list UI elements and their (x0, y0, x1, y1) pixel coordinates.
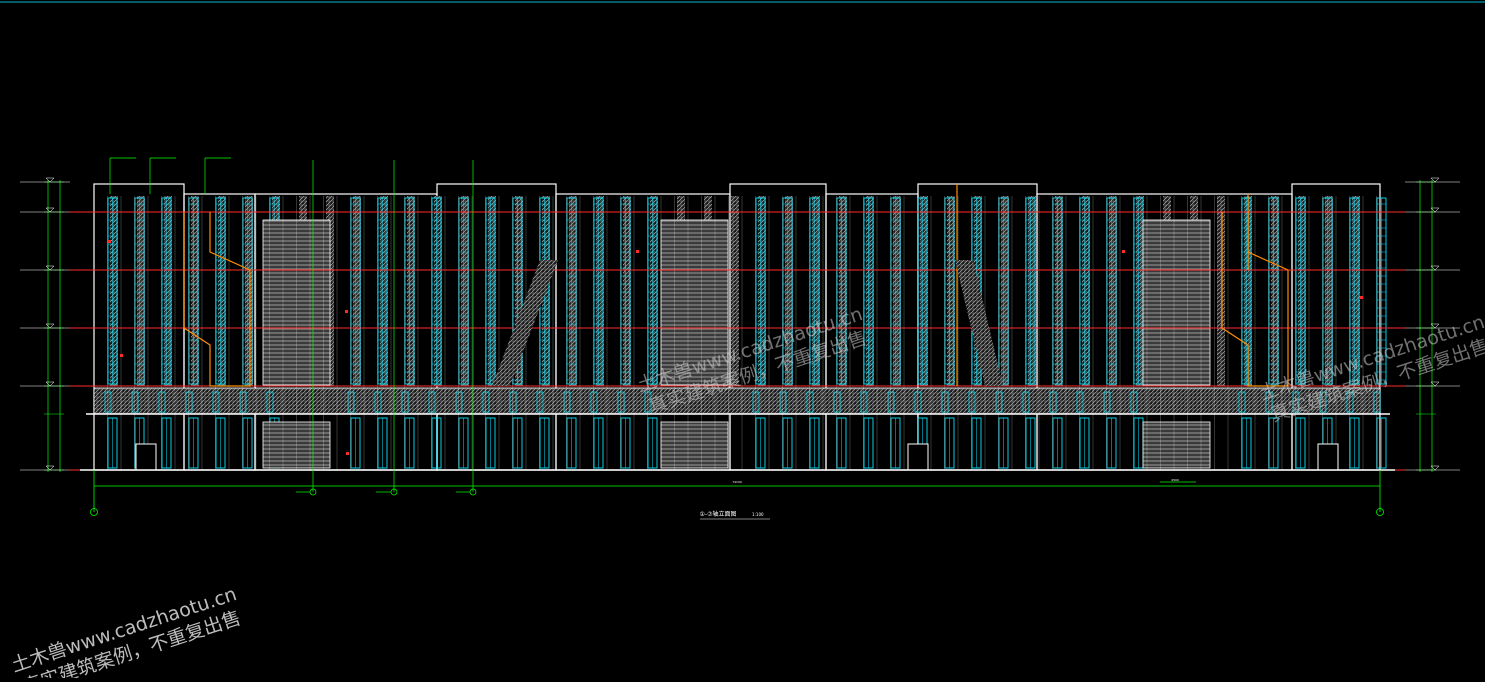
level-triangle (45, 265, 55, 271)
marker-dot (120, 354, 123, 357)
stone-band (93, 387, 1381, 415)
louver-panel-ground (660, 421, 729, 469)
entrance-door (1317, 443, 1339, 471)
louver-panel (1142, 219, 1211, 386)
level-triangle (45, 177, 55, 183)
drawing-title: ①-⑦轴立面图 (700, 510, 737, 518)
marker-dot (345, 310, 348, 313)
level-triangle (45, 323, 55, 329)
level-triangle (45, 465, 55, 471)
marker-dot (346, 452, 349, 455)
cad-viewport[interactable]: ①-⑦轴立面图 1:100 74100 4500 土木兽www.cadzhaot… (0, 0, 1485, 682)
elevation-drawing: ①-⑦轴立面图 1:100 74100 4500 土木兽www.cadzhaot… (0, 1, 1485, 682)
building-elevation (70, 183, 1405, 471)
marker-dot (108, 240, 111, 243)
entrance-door (135, 443, 157, 471)
level-triangle (45, 207, 55, 213)
watermark-bottom-left: 土木兽www.cadzhaotu.cn 真实建筑案例，不重复出售 (9, 583, 244, 682)
sub-dimension: 4500 (1171, 478, 1179, 482)
level-triangle (45, 381, 55, 387)
facade-block (436, 183, 557, 471)
drawing-scale: 1:100 (752, 512, 764, 517)
marker-dot (1360, 296, 1363, 299)
louver-panel-ground (1142, 421, 1211, 469)
hatched-pier (1217, 196, 1225, 386)
overall-dimension: 74100 (732, 480, 742, 484)
entrance-door (907, 443, 929, 471)
marker-dot (1122, 250, 1125, 253)
marker-dot (636, 250, 639, 253)
